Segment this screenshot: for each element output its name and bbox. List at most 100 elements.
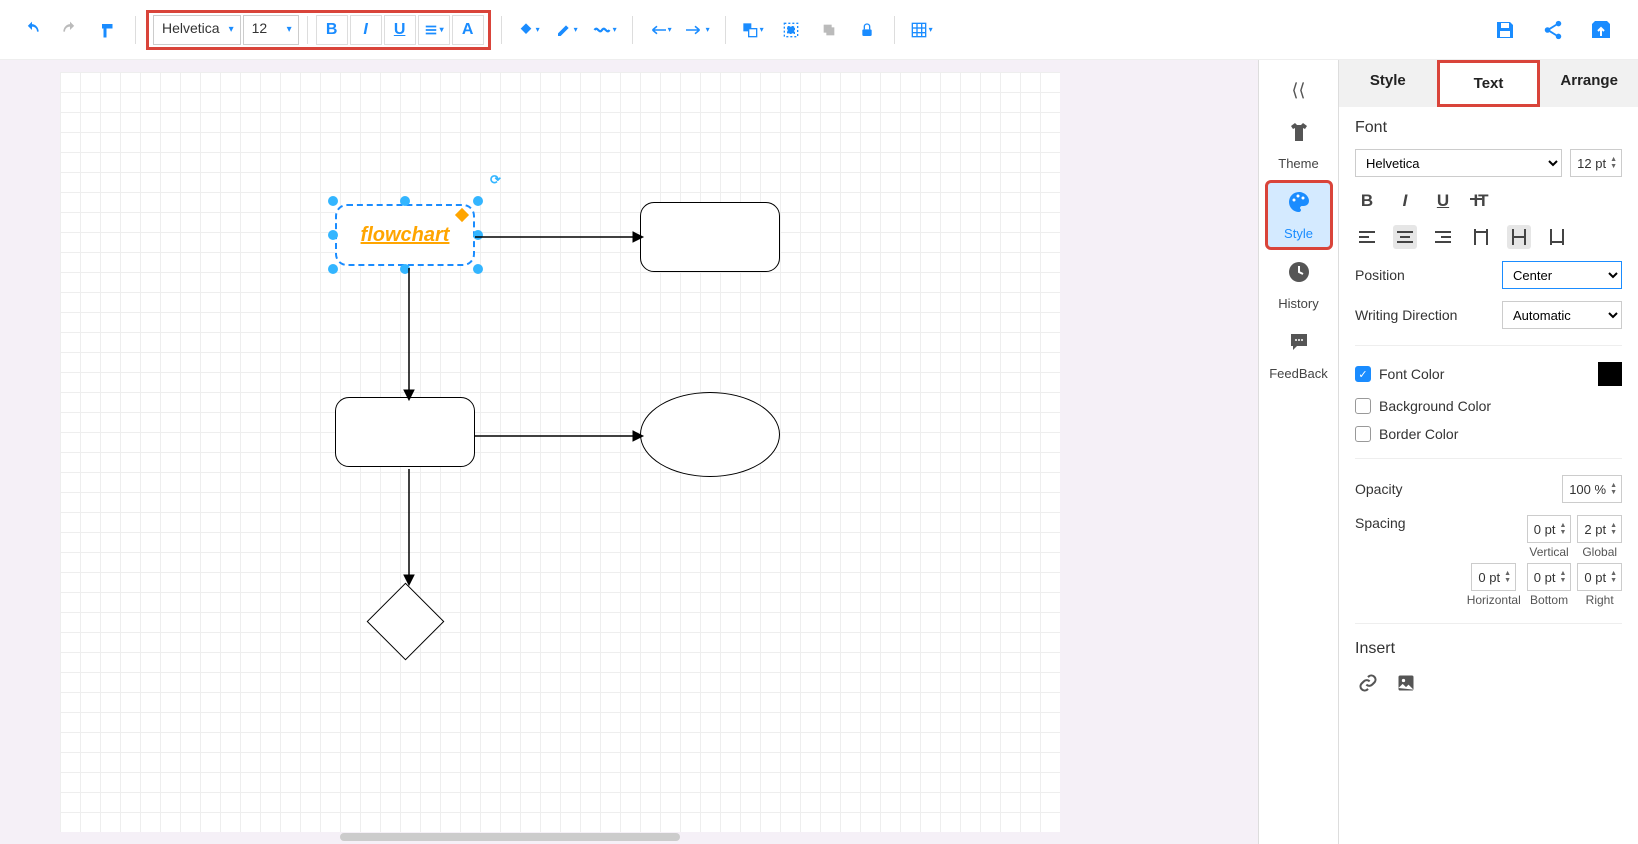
- node-ellipse[interactable]: [640, 392, 780, 477]
- spacing-bottom-label: Bottom: [1530, 593, 1568, 607]
- writing-direction-select[interactable]: Automatic: [1502, 301, 1622, 329]
- collapse-panel-button[interactable]: ⟨⟨: [1259, 70, 1338, 110]
- resize-handle[interactable]: [328, 264, 338, 274]
- panel-strikethrough-button[interactable]: IT: [1469, 189, 1493, 213]
- lock-button[interactable]: [850, 13, 884, 47]
- opacity-label: Opacity: [1355, 481, 1402, 497]
- tab-style[interactable]: Style: [1339, 60, 1437, 107]
- align-button[interactable]: [418, 15, 450, 45]
- insert-section-title: Insert: [1355, 640, 1622, 658]
- opacity-input[interactable]: 100 %▲▼: [1562, 475, 1622, 503]
- line-style-button[interactable]: [588, 13, 622, 47]
- font-color-swatch[interactable]: [1598, 362, 1622, 386]
- align-right-button[interactable]: [1431, 225, 1455, 249]
- save-button[interactable]: [1483, 8, 1527, 52]
- sidenav-label: Style: [1284, 226, 1313, 241]
- sidenav-history[interactable]: History: [1265, 250, 1333, 320]
- upload-button[interactable]: [1579, 8, 1623, 52]
- node-rect-2[interactable]: [640, 202, 780, 272]
- node-diamond[interactable]: [367, 583, 445, 661]
- align-center-button[interactable]: [1393, 225, 1417, 249]
- spacing-vertical-input[interactable]: 0 pt▲▼: [1527, 515, 1572, 543]
- chat-icon: [1287, 330, 1311, 360]
- arrange-button[interactable]: [736, 13, 770, 47]
- table-button[interactable]: [905, 13, 939, 47]
- divider: [1355, 458, 1622, 459]
- tab-text[interactable]: Text: [1437, 60, 1541, 107]
- horizontal-scrollbar[interactable]: [340, 833, 680, 841]
- spacing-bottom-input[interactable]: 0 pt▲▼: [1527, 563, 1572, 591]
- arrow-3[interactable]: [475, 428, 645, 444]
- font-size-select[interactable]: 12: [243, 15, 299, 45]
- font-color-checkbox[interactable]: ✓: [1355, 366, 1371, 382]
- stroke-color-button[interactable]: [550, 13, 584, 47]
- spacing-horizontal-label: Horizontal: [1467, 593, 1521, 607]
- divider: [1355, 623, 1622, 624]
- valign-top-button[interactable]: [1469, 225, 1493, 249]
- spacing-global-label: Global: [1582, 545, 1617, 559]
- undo-button[interactable]: [15, 13, 49, 47]
- position-select[interactable]: Center: [1502, 261, 1622, 289]
- panel-font-family-select[interactable]: Helvetica: [1355, 149, 1562, 177]
- bold-button[interactable]: B: [316, 15, 348, 45]
- arrow-4[interactable]: [401, 469, 417, 587]
- clock-icon: [1287, 260, 1311, 290]
- canvas-wrapper: flowchart ⟳: [0, 60, 1258, 844]
- valign-bottom-button[interactable]: [1545, 225, 1569, 249]
- node-rect-3[interactable]: [335, 397, 475, 467]
- panel-body: Font Helvetica 12 pt▲▼ B I U IT Position: [1339, 107, 1638, 708]
- border-color-checkbox[interactable]: [1355, 426, 1371, 442]
- sidenav-style[interactable]: Style: [1265, 180, 1333, 250]
- spacing-right-input[interactable]: 0 pt▲▼: [1577, 563, 1622, 591]
- sidenav-theme[interactable]: Theme: [1265, 110, 1333, 180]
- node-flowchart-selected[interactable]: flowchart: [335, 204, 475, 266]
- share-button[interactable]: [1531, 8, 1575, 52]
- spacing-vertical-label: Vertical: [1529, 545, 1568, 559]
- resize-handle[interactable]: [328, 196, 338, 206]
- resize-handle[interactable]: [328, 230, 338, 240]
- arrow-end-button[interactable]: [681, 13, 715, 47]
- insert-link-button[interactable]: [1355, 670, 1381, 696]
- main-toolbar: Helvetica 12 B I U A: [0, 0, 1638, 60]
- panel-bold-button[interactable]: B: [1355, 189, 1379, 213]
- main-area: flowchart ⟳ ⟨⟨: [0, 60, 1638, 844]
- redo-button[interactable]: [53, 13, 87, 47]
- resize-handle[interactable]: [400, 196, 410, 206]
- bg-color-checkbox[interactable]: [1355, 398, 1371, 414]
- spacing-right-label: Right: [1586, 593, 1614, 607]
- copy-button[interactable]: [812, 13, 846, 47]
- connector-diamond-icon[interactable]: [455, 208, 469, 222]
- font-family-select[interactable]: Helvetica: [153, 15, 241, 45]
- panel-underline-button[interactable]: U: [1431, 189, 1455, 213]
- align-left-button[interactable]: [1355, 225, 1379, 249]
- side-navigation: ⟨⟨ Theme Style History FeedBack: [1258, 60, 1338, 844]
- arrow-2[interactable]: [401, 268, 417, 402]
- resize-handle[interactable]: [473, 196, 483, 206]
- underline-button[interactable]: U: [384, 15, 416, 45]
- spacing-horizontal-input[interactable]: 0 pt▲▼: [1471, 563, 1516, 591]
- panel-font-size-input[interactable]: 12 pt▲▼: [1570, 149, 1622, 177]
- valign-middle-button[interactable]: [1507, 225, 1531, 249]
- separator: [135, 16, 136, 44]
- resize-handle[interactable]: [473, 264, 483, 274]
- font-color-button[interactable]: A: [452, 15, 484, 45]
- separator: [501, 16, 502, 44]
- italic-button[interactable]: I: [350, 15, 382, 45]
- font-color-label: Font Color: [1379, 366, 1444, 382]
- diagram-canvas[interactable]: flowchart ⟳: [60, 72, 1060, 832]
- sidenav-feedback[interactable]: FeedBack: [1265, 320, 1333, 390]
- format-painter-button[interactable]: [91, 13, 125, 47]
- spacing-global-input[interactable]: 2 pt▲▼: [1577, 515, 1622, 543]
- bg-color-label: Background Color: [1379, 398, 1491, 414]
- rotate-handle[interactable]: ⟳: [490, 172, 504, 186]
- sidenav-label: FeedBack: [1269, 366, 1328, 381]
- select-all-button[interactable]: [774, 13, 808, 47]
- tab-arrange[interactable]: Arrange: [1540, 60, 1638, 107]
- arrow-start-button[interactable]: [643, 13, 677, 47]
- insert-image-button[interactable]: [1393, 670, 1419, 696]
- sidenav-label: Theme: [1278, 156, 1318, 171]
- panel-italic-button[interactable]: I: [1393, 189, 1417, 213]
- spacing-label: Spacing: [1355, 515, 1406, 531]
- arrow-1[interactable]: [475, 229, 645, 245]
- fill-color-button[interactable]: [512, 13, 546, 47]
